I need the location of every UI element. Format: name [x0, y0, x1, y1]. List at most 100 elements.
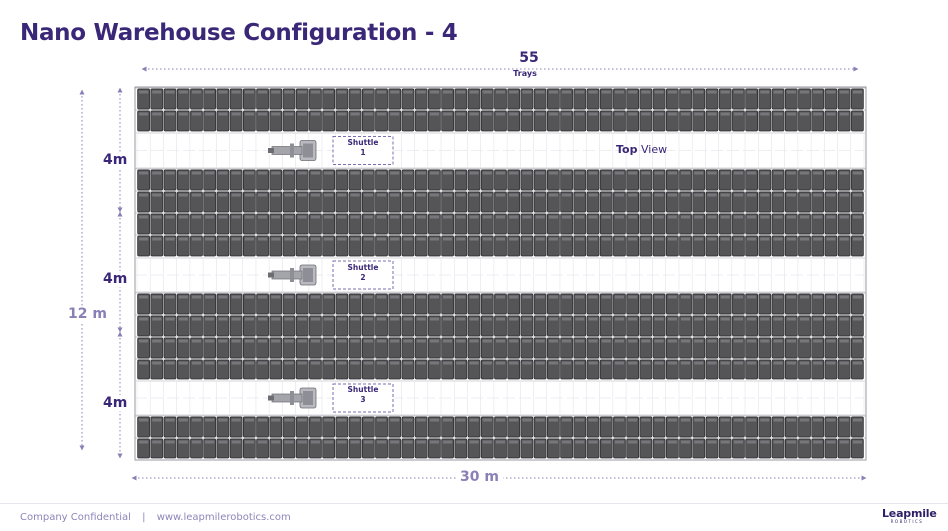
tray-rim — [747, 90, 757, 94]
tray-rim — [813, 317, 823, 321]
tray-rim — [601, 237, 611, 241]
tray-rim — [178, 90, 188, 94]
tray-rim — [628, 440, 638, 444]
tray-rim — [337, 339, 347, 343]
tray-rim — [443, 112, 453, 116]
tray-rim — [350, 112, 360, 116]
tray-rim — [456, 171, 466, 175]
tray-rim — [707, 295, 717, 299]
tray-rim — [509, 361, 519, 365]
tray-rim — [205, 418, 215, 422]
tray-rim — [297, 418, 307, 422]
tray-rim — [561, 193, 572, 197]
tray-rim — [720, 440, 730, 444]
tray-rim — [839, 215, 849, 219]
tray-rim — [139, 237, 149, 241]
tray-rim — [680, 171, 691, 175]
tray-rim — [443, 215, 453, 219]
tray-rim — [376, 237, 387, 241]
tray-rim — [363, 237, 373, 241]
tray-rim — [561, 112, 572, 116]
tray-rim — [443, 361, 453, 365]
tray-rim — [139, 339, 149, 343]
tray-rim — [376, 361, 387, 365]
tray-rim — [231, 215, 241, 219]
tray-rim — [720, 339, 730, 343]
tray-rim — [628, 215, 638, 219]
tray-rim — [535, 237, 545, 241]
tray-rim — [747, 171, 757, 175]
tray-rim — [429, 295, 440, 299]
tray-rim — [535, 193, 545, 197]
tray-rim — [548, 237, 558, 241]
tray-rim — [469, 193, 479, 197]
tray-rim — [205, 215, 215, 219]
tray-rim — [601, 112, 611, 116]
tray-rim — [654, 317, 664, 321]
footer-website-link[interactable]: www.leapmilerobotics.com — [157, 512, 291, 523]
tray-rim — [178, 215, 188, 219]
tray-rim — [469, 339, 479, 343]
tray-rim — [297, 193, 307, 197]
tray-rim — [178, 112, 188, 116]
shuttle-arm — [271, 146, 303, 155]
tray-rim — [747, 295, 757, 299]
tray-rim — [667, 171, 677, 175]
tray-rim — [218, 339, 228, 343]
footer: Company Confidential | www.leapmilerobot… — [20, 512, 291, 523]
tray-rim — [284, 237, 294, 241]
tray-rim — [390, 418, 400, 422]
tray-rim — [799, 112, 810, 116]
shuttle-arm — [271, 393, 303, 403]
tray-rim — [139, 361, 149, 365]
tray-rim — [575, 237, 585, 241]
tray-rim — [614, 112, 625, 116]
trays-unit-label: Trays — [513, 69, 537, 78]
tray-rim — [218, 440, 228, 444]
tray-rim — [416, 317, 426, 321]
tray-rim — [218, 112, 228, 116]
tray-rim — [733, 237, 744, 241]
tray-rim — [707, 237, 717, 241]
tray-rim — [456, 90, 466, 94]
tray-rim — [429, 418, 440, 422]
tray-rim — [813, 440, 823, 444]
tray-rim — [165, 90, 175, 94]
tray-rim — [747, 317, 757, 321]
tray-rim — [601, 361, 611, 365]
tray-rim — [443, 171, 453, 175]
tray-rim — [482, 339, 492, 343]
tray-rim — [469, 90, 479, 94]
shuttle-gripper — [268, 395, 274, 401]
tray-rim — [482, 90, 492, 94]
tray-rim — [324, 361, 334, 365]
tray-rim — [575, 215, 585, 219]
tray-rim — [588, 112, 598, 116]
tray-rim — [191, 237, 202, 241]
tray-rim — [826, 237, 836, 241]
tray-rim — [786, 418, 796, 422]
shuttle-2-name: Shuttle — [347, 263, 379, 272]
tray-rim — [786, 339, 796, 343]
tray-rim — [205, 361, 215, 365]
tray-rim — [535, 440, 545, 444]
tray-rim — [561, 440, 572, 444]
tray-rim — [760, 193, 770, 197]
tray-rim — [152, 317, 162, 321]
tray-rim — [667, 215, 677, 219]
tray-rim — [535, 418, 545, 422]
tray-rim — [839, 339, 849, 343]
tray-rim — [826, 90, 836, 94]
tray-rim — [139, 295, 149, 299]
shuttle-2-label: Shuttle 2 — [333, 263, 393, 283]
tray-rim — [310, 317, 321, 321]
tray-rim — [760, 339, 770, 343]
tray-rim — [350, 215, 360, 219]
tray-rim — [786, 237, 796, 241]
aisle-1-height-label: 4m — [99, 152, 132, 168]
tray-rim — [191, 440, 202, 444]
tray-rim — [337, 237, 347, 241]
tray-rim — [443, 193, 453, 197]
tray-rim — [350, 193, 360, 197]
tray-rim — [257, 418, 268, 422]
